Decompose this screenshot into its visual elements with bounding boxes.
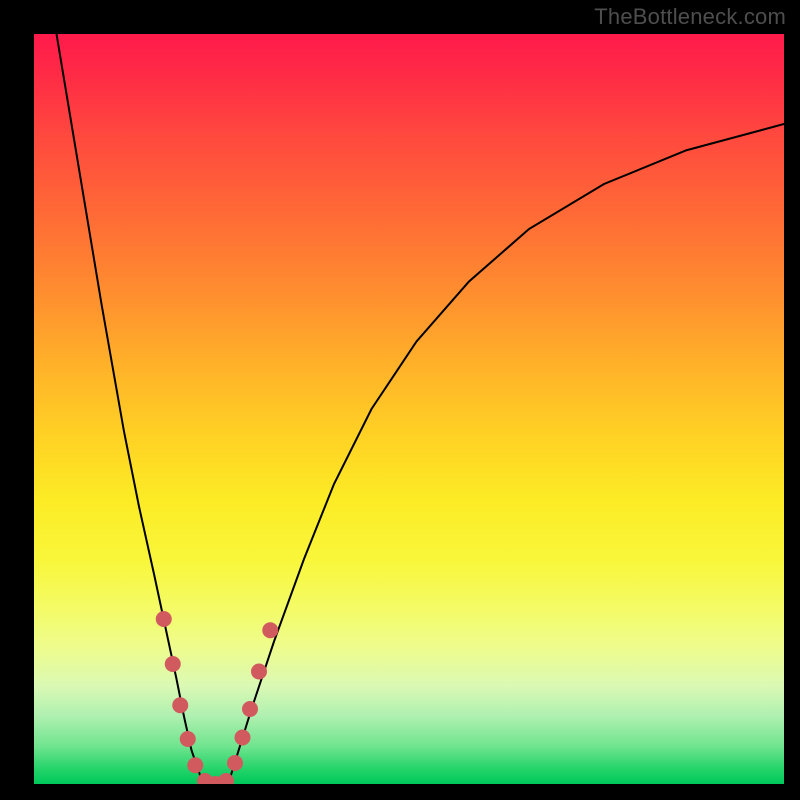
marker-group [156,611,279,784]
marker-dot [187,757,203,773]
marker-dot [262,622,278,638]
plot-area [34,34,784,784]
outer-frame: TheBottleneck.com [0,0,800,800]
marker-dot [227,755,243,771]
marker-dot [172,697,188,713]
marker-dot [156,611,172,627]
marker-dot [251,664,267,680]
watermark-text: TheBottleneck.com [594,4,786,30]
curve-svg [34,34,784,784]
marker-dot [165,656,181,672]
bottleneck-curve [57,34,785,784]
marker-dot [180,731,196,747]
marker-dot [242,701,258,717]
marker-dot [235,730,251,746]
